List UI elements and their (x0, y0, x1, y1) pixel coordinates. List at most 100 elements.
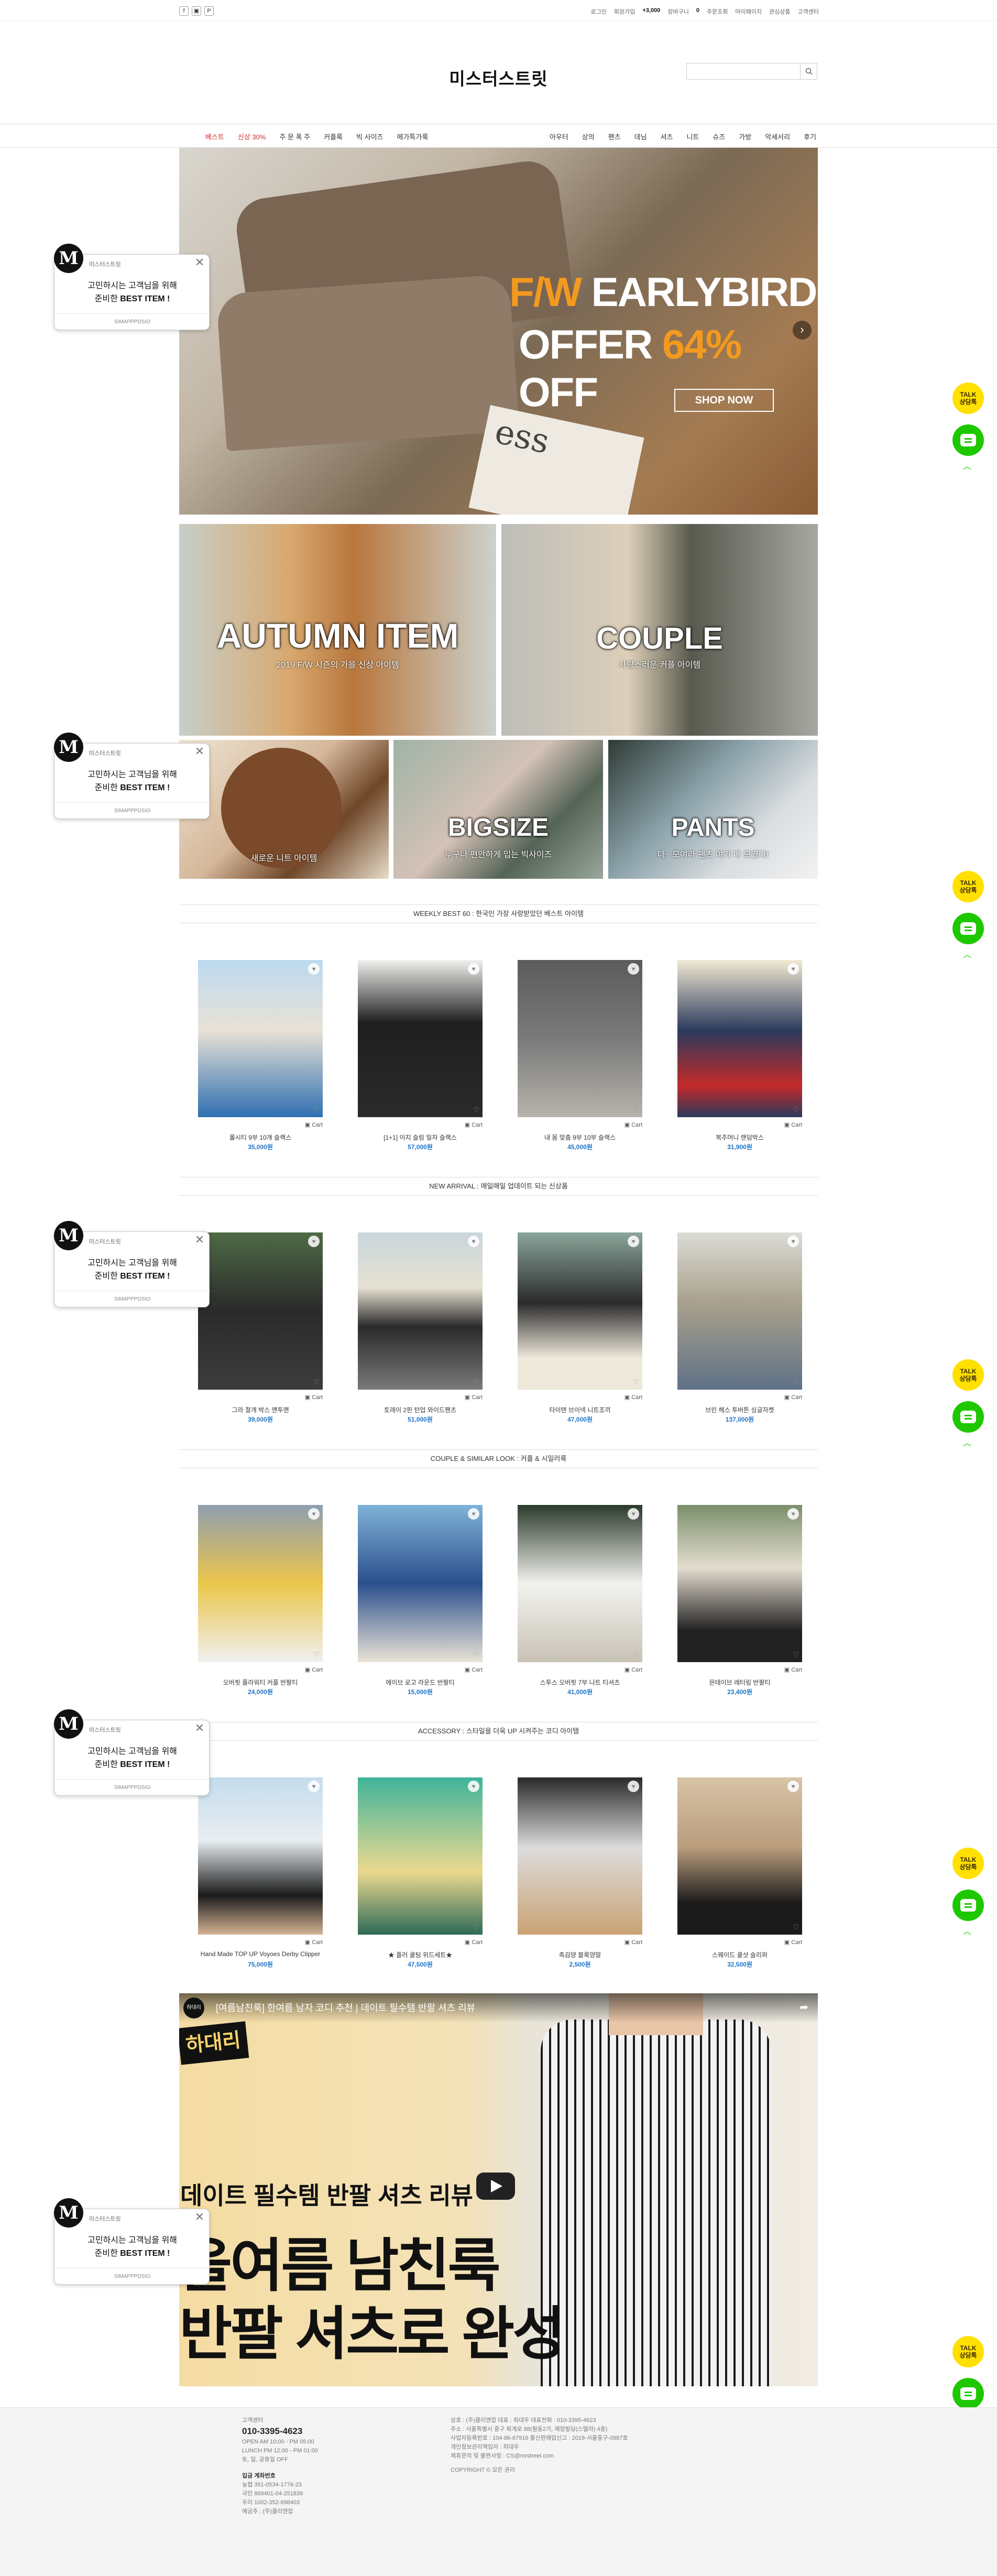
cart-button[interactable]: ▣ Cart (305, 1121, 323, 1128)
product-name[interactable]: 브린 헤스 투버튼 싱글자켓 (677, 1405, 802, 1414)
order-lookup-link[interactable]: 주문조회 (707, 7, 728, 16)
nav-top[interactable]: 상의 (582, 132, 595, 141)
nav-denim[interactable]: 데님 (634, 132, 647, 141)
product-image[interactable]: ♥ ♡ (198, 960, 323, 1117)
nav-shirts[interactable]: 셔츠 (661, 132, 673, 141)
nav-pants[interactable]: 팬츠 (608, 132, 621, 141)
product-name[interactable]: 복주머니 랜덤박스 (677, 1133, 802, 1142)
close-icon[interactable]: ✕ (193, 1234, 206, 1247)
pants-banner[interactable]: PANTS 다~ 모여라 팬츠 여기 다 모였다! (608, 740, 818, 879)
cart-button[interactable]: ▣ Cart (625, 1121, 642, 1128)
product-name[interactable]: 타이텐 브이넥 니트조끼 (518, 1405, 642, 1414)
autumn-banner[interactable]: AUTUMN ITEM 2019 F/W 시즌의 가을 신상 아이템 (179, 524, 496, 736)
scroll-top-icon[interactable]: ︿ (963, 947, 971, 960)
close-icon[interactable]: ✕ (193, 257, 206, 269)
nav-shoes[interactable]: 슈즈 (713, 132, 725, 141)
pinterest-icon[interactable]: P (204, 6, 214, 16)
customer-center-link[interactable]: 고객센터 (798, 7, 819, 16)
wishlist-icon[interactable]: ♡ (473, 1651, 479, 1659)
scroll-top-icon[interactable]: ︿ (963, 1436, 971, 1448)
product-image[interactable]: ♥ ♡ (198, 1777, 323, 1935)
share-icon[interactable]: ➦ (799, 2001, 808, 2014)
product-name[interactable]: 촉감양 블록양말 (518, 1950, 642, 1959)
nav-review[interactable]: 후기 (804, 132, 816, 141)
promo-popup[interactable]: 미스터스트릿 ✕ 고민하시는 고객님을 위해 준비한 BEST ITEM ! SIMAP… (54, 1221, 210, 1310)
nav-bag[interactable]: 가방 (739, 132, 751, 141)
wishlist-icon[interactable]: ♡ (633, 1923, 639, 1931)
channel-avatar[interactable]: 하대리 (183, 1998, 204, 2018)
nav-mega-sale[interactable]: 메가특가룩 (397, 132, 428, 141)
heart-icon[interactable]: ♥ (628, 1781, 639, 1792)
heart-icon[interactable]: ♥ (468, 1236, 479, 1247)
nav-new[interactable]: 신상 30% (238, 132, 266, 141)
product-name[interactable]: 롤시티 9부 10개 슬랙스 (198, 1133, 323, 1142)
hero-banner[interactable]: ess F/W EARLYBIRD OFFER 64% OFF SHOP NOW… (179, 148, 818, 515)
promo-popup[interactable]: 미스터스트릿 ✕ 고민하시는 고객님을 위해 준비한 BEST ITEM ! SIMAP… (54, 733, 210, 822)
knit-banner[interactable]: 새로운 니트 아이템 (179, 740, 389, 879)
product-image[interactable]: ♥ ♡ (677, 960, 802, 1117)
product-image[interactable]: ♥ ♡ (677, 1505, 802, 1662)
wishlist-icon[interactable]: ♡ (473, 1923, 479, 1931)
play-icon[interactable] (476, 2173, 515, 2200)
couple-banner[interactable]: COUPLE 사랑스러운 커플 아이템 (501, 524, 818, 736)
cart-button[interactable]: ▣ Cart (784, 1394, 802, 1401)
wishlist-icon[interactable]: ♡ (473, 1378, 479, 1387)
cart-button[interactable]: ▣ Cart (625, 1666, 642, 1673)
mypage-link[interactable]: 마이페이지 (735, 7, 762, 16)
product-image[interactable]: ♥ ♡ (358, 1777, 483, 1935)
wishlist-icon[interactable]: ♡ (633, 1106, 639, 1114)
product-image[interactable]: ♥ ♡ (358, 1232, 483, 1390)
product-name[interactable]: 내 몸 맞춤 9부 10부 슬랙스 (518, 1133, 642, 1142)
product-image[interactable]: ♥ ♡ (518, 1232, 642, 1390)
nav-best[interactable]: 베스트 (205, 132, 224, 141)
cart-button[interactable]: ▣ Cart (625, 1394, 642, 1401)
product-image[interactable]: ♥ ♡ (677, 1777, 802, 1935)
cart-button[interactable]: ▣ Cart (465, 1394, 483, 1401)
product-name[interactable]: 그라 절개 박스 맨투맨 (198, 1405, 323, 1414)
product-image[interactable]: ♥ ♡ (518, 1777, 642, 1935)
heart-icon[interactable]: ♥ (787, 1781, 799, 1792)
promo-popup[interactable]: 미스터스트릿 ✕ 고민하시는 고객님을 위해 준비한 BEST ITEM ! SIMAP… (54, 1709, 210, 1798)
kakao-talk-button[interactable]: TALK 상담톡 (952, 871, 984, 902)
facebook-icon[interactable]: f (179, 6, 189, 16)
wishlist-icon[interactable]: ♡ (793, 1651, 799, 1659)
wishlist-icon[interactable]: ♡ (633, 1378, 639, 1387)
cart-button[interactable]: ▣ Cart (465, 1666, 483, 1673)
chat-button[interactable] (952, 1401, 984, 1433)
join-link[interactable]: 회원가입 (614, 7, 635, 16)
wishlist-link[interactable]: 관심상품 (769, 7, 790, 16)
promo-popup[interactable]: 미스터스트릿 ✕ 고민하시는 고객님을 위해 준비한 BEST ITEM ! SIMAP… (54, 244, 210, 333)
youtube-video[interactable]: [여름남친룩] 한여름 남자 코디 추천 | 데이트 필수템 반팔 셔츠 리뷰 … (179, 1993, 818, 2386)
cart-button[interactable]: ▣ Cart (784, 1939, 802, 1946)
chat-button[interactable] (952, 913, 984, 944)
chat-button[interactable] (952, 2378, 984, 2409)
wishlist-icon[interactable]: ♡ (313, 1923, 320, 1931)
close-icon[interactable]: ✕ (193, 1722, 206, 1735)
heart-icon[interactable]: ♥ (787, 1236, 799, 1247)
wishlist-icon[interactable]: ♡ (793, 1106, 799, 1114)
product-image[interactable]: ♥ ♡ (518, 960, 642, 1117)
cart-button[interactable]: ▣ Cart (305, 1666, 323, 1673)
nav-knit[interactable]: 니트 (686, 132, 699, 141)
product-name[interactable]: 토레이 2핀 턴업 와이드팬츠 (358, 1405, 483, 1414)
cart-button[interactable]: ▣ Cart (465, 1939, 483, 1946)
chevron-right-icon[interactable]: › (793, 321, 812, 340)
product-image[interactable]: ♥ ♡ (677, 1232, 802, 1390)
chat-button[interactable] (952, 424, 984, 456)
cart-button[interactable]: ▣ Cart (465, 1121, 483, 1128)
heart-icon[interactable]: ♥ (628, 963, 639, 975)
cart-button[interactable]: ▣ Cart (305, 1939, 323, 1946)
wishlist-icon[interactable]: ♡ (793, 1378, 799, 1387)
product-name[interactable]: 스투스 오버핏 7부 나트 티셔츠 (518, 1678, 642, 1687)
bigsize-banner[interactable]: BIGSIZE 누구나 편안하게 입는 빅사이즈 (393, 740, 603, 879)
product-name[interactable]: 몬테이브 레터링 반팔티 (677, 1678, 802, 1687)
nav-accessory[interactable]: 악세서리 (765, 132, 790, 141)
wishlist-icon[interactable]: ♡ (633, 1651, 639, 1659)
product-image[interactable]: ♥ ♡ (358, 1505, 483, 1662)
product-name[interactable]: Hand Made TOP UP Voyoes Derby Clipper (198, 1950, 323, 1958)
close-icon[interactable]: ✕ (193, 746, 206, 758)
nav-bigsize[interactable]: 빅 사이즈 (356, 132, 383, 141)
cart-button[interactable]: ▣ Cart (784, 1666, 802, 1673)
heart-icon[interactable]: ♥ (468, 1508, 479, 1520)
instagram-icon[interactable]: ▣ (192, 6, 201, 16)
